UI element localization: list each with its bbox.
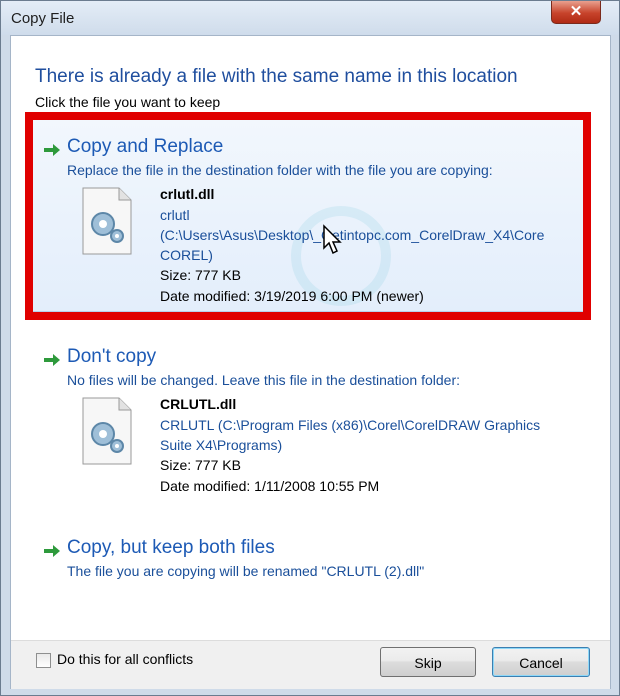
existing-file-path: CRLUTL (C:\Program Files (x86)\Corel\Cor… [160,417,541,433]
all-conflicts-checkbox[interactable] [36,653,51,668]
option-keep-both-title[interactable]: Copy, but keep both files [67,537,275,559]
skip-button[interactable]: Skip [380,647,476,677]
option-keep-both-description: The file you are copying will be renamed… [67,563,425,579]
existing-file-path-cont: Suite X4\Programs) [160,437,283,453]
dialog-heading: There is already a file with the same na… [35,66,518,87]
dll-file-icon [82,397,132,465]
window-title: Copy File [11,10,75,27]
cancel-button[interactable]: Cancel [492,647,590,677]
copy-file-dialog: Copy File ✕ There is already a file with… [0,0,620,696]
highlight-annotation [25,112,591,320]
green-arrow-icon [44,354,60,366]
option-dont-copy-title[interactable]: Don't copy [67,346,156,368]
all-conflicts-label[interactable]: Do this for all conflicts [57,651,193,667]
existing-file-size: Size: 777 KB [160,457,241,473]
title-bar[interactable]: Copy File ✕ [1,1,619,35]
close-button[interactable]: ✕ [551,1,601,24]
dialog-instruction: Click the file you want to keep [35,94,221,110]
existing-file-name: CRLUTL.dll [160,396,237,412]
green-arrow-icon [44,545,60,557]
dialog-footer: Do this for all conflicts Skip Cancel [11,640,610,689]
option-dont-copy-description: No files will be changed. Leave this fil… [67,372,461,388]
existing-file-date: Date modified: 1/11/2008 10:55 PM [160,478,380,494]
mouse-cursor-icon [323,224,342,255]
